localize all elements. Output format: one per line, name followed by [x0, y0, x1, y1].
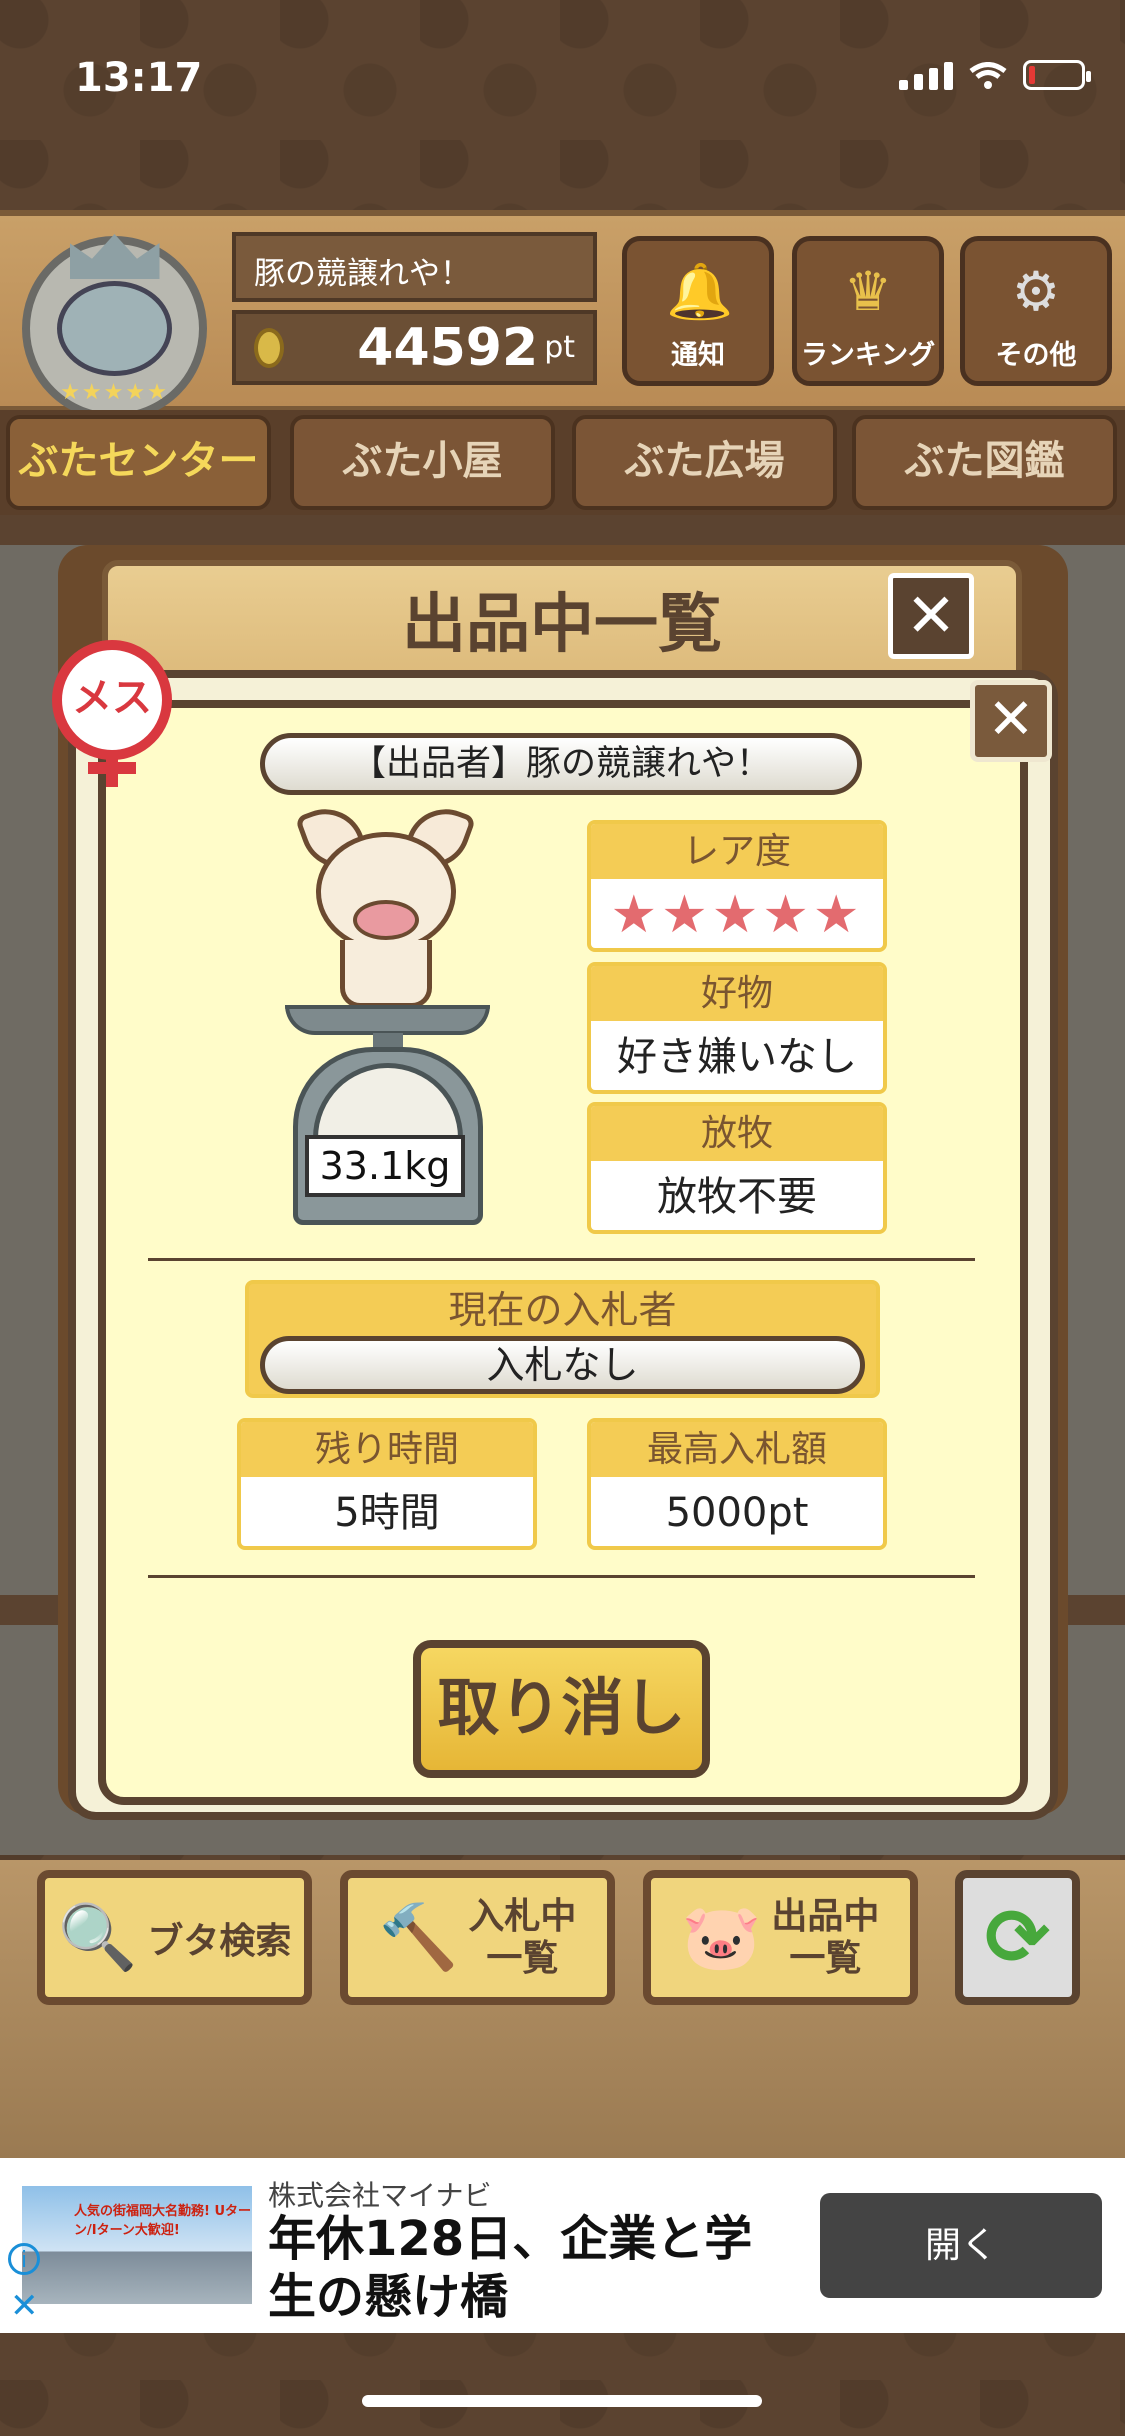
home-indicator[interactable]	[362, 2395, 762, 2407]
detail-close-button[interactable]: ✕	[970, 680, 1052, 762]
current-bidder-box: 現在の入札者 入札なし	[245, 1280, 880, 1398]
pig-search-button[interactable]: 🔍 ブタ検索	[37, 1870, 312, 2005]
ad-image-caption: 人気の街福岡大名勤務! Uターン/Iターン大歓迎!	[74, 2204, 252, 2238]
main-tabs: ぶたセンター ぶた小屋 ぶた広場 ぶた図鑑	[0, 410, 1125, 515]
seller-name: 【出品者】豚の競譲れや！	[260, 733, 862, 795]
status-time: 13:17	[75, 55, 203, 101]
header-bar: ★★★★★ 豚の競譲れや！ 44592 pt 🔔 通知 ♛ ランキング ⚙ その…	[0, 210, 1125, 421]
bidding-list-label: 入札中 一覧	[468, 1896, 576, 1980]
user-points: 44592 pt	[232, 310, 597, 385]
divider	[148, 1575, 975, 1578]
pig-weight: 33.1kg	[305, 1135, 465, 1197]
gender-label: メス	[52, 640, 172, 760]
status-bar: 13:17	[0, 0, 1125, 160]
refresh-button[interactable]: ⟳	[955, 1870, 1080, 2005]
listing-list-label-line2: 一覧	[789, 1937, 862, 1979]
notification-button[interactable]: 🔔 通知	[622, 236, 774, 386]
pig-face-icon: 🐷	[681, 1901, 762, 1975]
cellular-signal-icon	[899, 62, 953, 90]
rarity-box: レア度 ★★★★★	[587, 820, 887, 952]
bidding-list-label-line2: 一覧	[486, 1937, 559, 1979]
highest-bid-box: 最高入札額 5000pt	[587, 1418, 887, 1550]
points-unit: pt	[544, 330, 575, 365]
time-left-box: 残り時間 5時間	[237, 1418, 537, 1550]
time-left-label: 残り時間	[241, 1422, 533, 1477]
ad-close-icon[interactable]: ✕	[10, 2286, 39, 2326]
tab-buta-koya[interactable]: ぶた小屋	[290, 415, 555, 510]
tab-buta-zukan[interactable]: ぶた図鑑	[852, 415, 1117, 510]
magnifier-icon: 🔍	[57, 1901, 138, 1975]
bidding-list-button[interactable]: 🔨 入札中 一覧	[340, 1870, 615, 2005]
gavel-icon: 🔨	[378, 1901, 459, 1975]
favorite-value: 好き嫌いなし	[617, 1034, 857, 1080]
points-value: 44592	[357, 317, 539, 378]
time-left-value: 5時間	[334, 1490, 440, 1536]
other-label: その他	[995, 340, 1077, 371]
user-name: 豚の競譲れや！	[232, 232, 597, 302]
grazing-box: 放牧 放牧不要	[587, 1102, 887, 1234]
grazing-label: 放牧	[591, 1106, 883, 1161]
avatar-pig-face-icon	[57, 281, 172, 376]
other-button[interactable]: ⚙ その他	[960, 236, 1112, 386]
cancel-listing-button[interactable]: 取り消し	[413, 1640, 710, 1778]
listing-list-label-line1: 出品中	[771, 1895, 880, 1937]
female-gender-badge: メス	[48, 640, 176, 787]
ad-company: 株式会社マイナビ	[268, 2179, 492, 2212]
rarity-label: レア度	[591, 824, 883, 879]
listing-list-button[interactable]: 🐷 出品中 一覧	[643, 1870, 918, 2005]
tab-buta-hiroba[interactable]: ぶた広場	[572, 415, 837, 510]
gender-bar-icon	[88, 762, 136, 774]
crown-icon: ♛	[843, 260, 893, 323]
ranking-label: ランキング	[800, 340, 936, 371]
avatar-crown-icon	[69, 234, 160, 279]
pig-icon	[294, 798, 477, 1010]
player-avatar[interactable]: ★★★★★	[22, 234, 207, 421]
listing-list-label: 出品中 一覧	[771, 1896, 879, 1980]
bottom-toolbar: 🔍 ブタ検索 🔨 入札中 一覧 🐷 出品中 一覧 ⟳	[0, 1860, 1125, 2160]
notification-label: 通知	[671, 340, 725, 371]
pig-search-label: ブタ検索	[147, 1920, 292, 1962]
current-bidder-value: 入札なし	[260, 1336, 865, 1394]
favorite-label: 好物	[591, 966, 883, 1021]
refresh-icon: ⟳	[984, 1892, 1051, 1983]
ad-info-icon[interactable]: i	[8, 2243, 40, 2275]
listing-panel-close-button[interactable]: ✕	[888, 573, 974, 659]
gear-icon: ⚙	[1011, 260, 1061, 323]
ranking-button[interactable]: ♛ ランキング	[792, 236, 944, 386]
favorite-box: 好物 好き嫌いなし	[587, 962, 887, 1094]
highest-bid-label: 最高入札額	[591, 1422, 883, 1477]
tab-buta-center[interactable]: ぶたセンター	[6, 415, 271, 510]
current-bidder-label: 現在の入札者	[448, 1288, 677, 1332]
user-info: 豚の競譲れや！ 44592 pt	[232, 232, 597, 390]
ad-headline[interactable]: 年休128日、企業と学生の懸け橋	[268, 2210, 758, 2326]
avatar-rank-stars-icon: ★★★★★	[60, 380, 169, 405]
ad-image[interactable]: 人気の街福岡大名勤務! Uターン/Iターン大歓迎!	[22, 2186, 252, 2304]
bidding-list-label-line1: 入札中	[468, 1895, 577, 1937]
grazing-value: 放牧不要	[657, 1174, 817, 1220]
wifi-icon	[969, 62, 1007, 89]
rarity-stars: ★★★★★	[610, 885, 864, 945]
ad-banner[interactable]: 人気の街福岡大名勤務! Uターン/Iターン大歓迎! 株式会社マイナビ 年休128…	[0, 2158, 1125, 2333]
coin-icon	[254, 327, 284, 368]
highest-bid-value: 5000pt	[665, 1490, 809, 1536]
ad-open-button[interactable]: 開く	[820, 2193, 1102, 2298]
battery-icon	[1023, 60, 1091, 90]
bell-icon: 🔔	[666, 260, 734, 323]
divider	[148, 1258, 975, 1261]
